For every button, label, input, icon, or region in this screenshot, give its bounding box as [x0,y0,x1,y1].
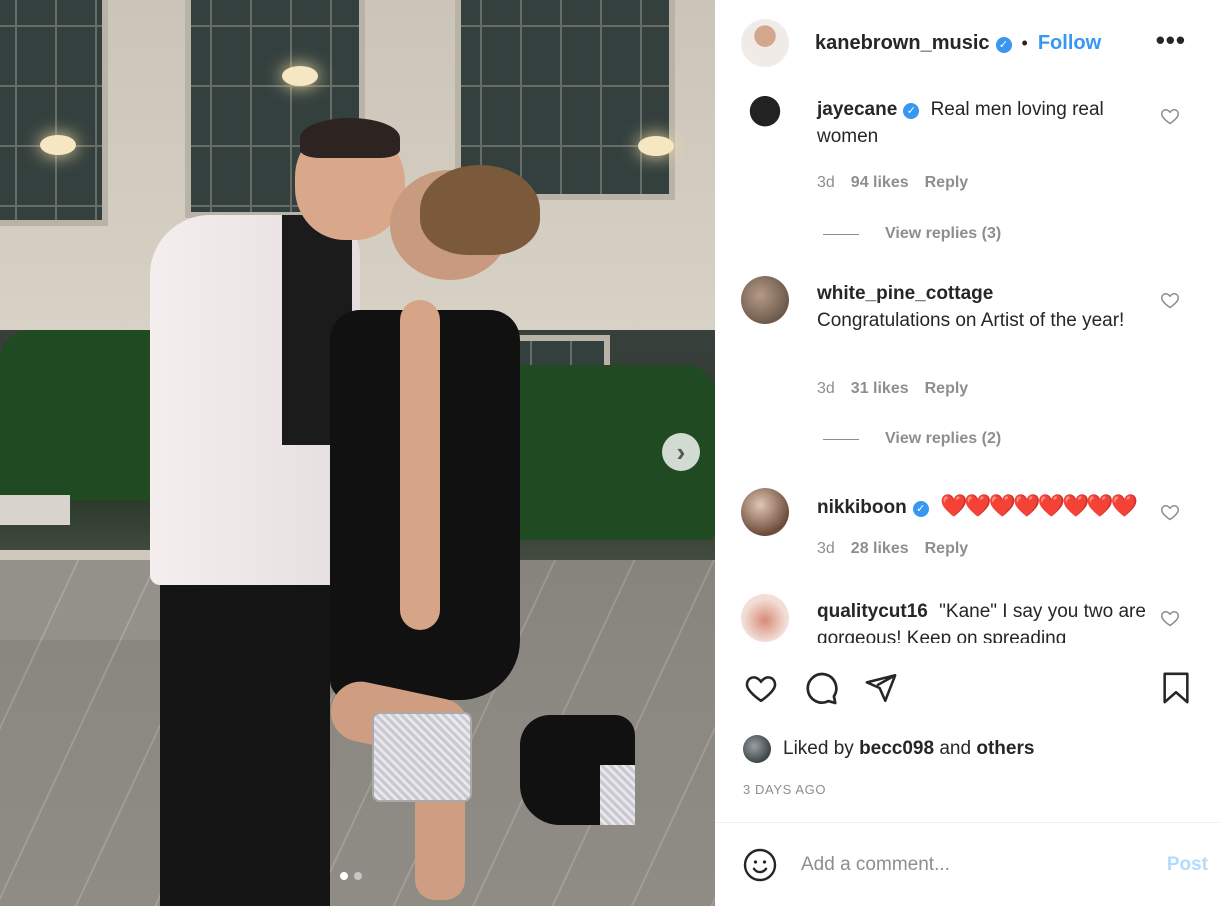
view-replies-button[interactable]: View replies (3) [823,225,1001,243]
commenter-username[interactable]: nikkiboon ✓ [817,497,929,518]
verified-badge-icon: ✓ [912,501,929,517]
commenter-avatar[interactable] [741,488,789,536]
heart-icon [745,676,777,703]
person-man-legs [160,580,330,906]
chevron-right-icon: › [676,437,686,467]
comment-item: qualitycut16 "Kane" I say you two are go… [741,594,1196,643]
commenter-avatar[interactable] [741,594,789,642]
liker-avatar[interactable] [743,735,771,763]
building-window [0,0,108,226]
replies-divider [823,438,859,440]
person-woman-hair [420,165,540,255]
stone-ledge [0,495,70,525]
sequin-purse [372,712,472,802]
comment-composer: Post [715,823,1220,906]
share-button[interactable] [861,668,901,708]
like-button[interactable] [741,668,781,708]
carousel-dot [340,872,348,880]
author-username-text[interactable]: kanebrown_music [815,32,990,54]
author-avatar[interactable] [741,19,789,67]
bookmark-icon [1163,672,1189,704]
more-options-icon[interactable]: ••• [1156,27,1186,53]
comments-list[interactable]: jayecane ✓ Real men loving real women 3d … [715,86,1220,643]
person-woman-arm [400,300,440,630]
liked-by-others[interactable]: others [976,738,1034,760]
commenter-avatar[interactable] [741,92,789,140]
commenter-username[interactable]: white_pine_cottage [817,283,993,304]
liked-by-user[interactable]: becc098 [859,738,934,760]
comment-meta: 3d 94 likes Reply [817,174,968,192]
comment-item: jayecane ✓ Real men loving real women 3d … [741,92,1196,252]
comment-body: jayecane ✓ Real men loving real women [817,96,1157,150]
shoe-heel [600,765,635,825]
comment-likes[interactable]: 31 likes [851,380,909,398]
save-button[interactable] [1156,668,1196,708]
header-separator: • [1021,32,1028,53]
post-comment-button[interactable]: Post [1167,854,1208,876]
commenter-username[interactable]: jayecane ✓ [817,99,920,120]
carousel-next-button[interactable]: › [662,433,700,471]
post-action-bar [741,668,1196,714]
comment-body: white_pine_cottage Congratulations on Ar… [817,280,1157,334]
emoji-button[interactable] [741,846,779,884]
comment-body: qualitycut16 "Kane" I say you two are go… [817,598,1157,643]
liked-by-prefix: Liked by [783,738,854,759]
reply-button[interactable]: Reply [925,540,969,558]
comment-text: Congratulations on Artist of the year! [817,310,1125,331]
comment-like-heart-icon[interactable] [1160,106,1180,126]
liked-by-joiner: and [939,738,972,759]
ceiling-lamp [40,135,76,155]
ceiling-lamp [638,136,674,156]
comment-like-heart-icon[interactable] [1160,290,1180,310]
commenter-username-text[interactable]: nikkiboon [817,497,907,518]
view-replies-label[interactable]: View replies (2) [885,430,1001,448]
comment-age: 3d [817,380,835,397]
comment-icon [806,672,838,705]
comment-input[interactable] [801,853,1131,876]
post-timestamp[interactable]: 3 DAYS AGO [743,782,826,797]
comment-text: ❤️❤️❤️❤️❤️❤️❤️❤️ [940,493,1138,518]
reply-button[interactable]: Reply [925,174,969,192]
smiley-icon [743,848,777,881]
person-man-hair [300,118,400,158]
ceiling-lamp [282,66,318,86]
comment-item: nikkiboon ✓ ❤️❤️❤️❤️❤️❤️❤️❤️ 3d 28 likes … [741,488,1196,568]
comment-likes[interactable]: 28 likes [851,540,909,558]
comment-like-heart-icon[interactable] [1160,608,1180,628]
post-details-panel: kanebrown_music ✓ • Follow ••• jayecane ✓ … [715,0,1220,906]
comment-age: 3d [817,540,835,557]
view-replies-label[interactable]: View replies (3) [885,225,1001,243]
comment-likes[interactable]: 94 likes [851,174,909,192]
comment-meta: 3d 31 likes Reply [817,380,968,398]
comment-meta: 3d 28 likes Reply [817,540,968,558]
verified-badge-icon: ✓ [903,103,920,119]
comment-button[interactable] [801,668,841,708]
author-username[interactable]: kanebrown_music ✓ [815,32,1012,55]
commenter-username-text[interactable]: jayecane [817,99,897,120]
commenter-username[interactable]: qualitycut16 [817,601,928,622]
view-replies-button[interactable]: View replies (2) [823,430,1001,448]
comment-item: white_pine_cottage Congratulations on Ar… [741,276,1196,448]
comment-like-heart-icon[interactable] [1160,502,1180,522]
reply-button[interactable]: Reply [925,380,969,398]
commenter-avatar[interactable] [741,276,789,324]
comment-body: nikkiboon ✓ ❤️❤️❤️❤️❤️❤️❤️❤️ [817,492,1157,521]
post-photo[interactable]: › [0,0,715,906]
carousel-dot [354,872,362,880]
follow-button[interactable]: Follow [1038,32,1101,55]
paper-plane-icon [865,673,897,703]
verified-badge-icon: ✓ [995,36,1012,53]
replies-divider [823,233,859,235]
post-header: kanebrown_music ✓ • Follow ••• [715,0,1220,86]
liked-by-row: Liked by becc098 and others [743,735,1034,763]
carousel-indicator [340,872,362,880]
comment-age: 3d [817,174,835,191]
